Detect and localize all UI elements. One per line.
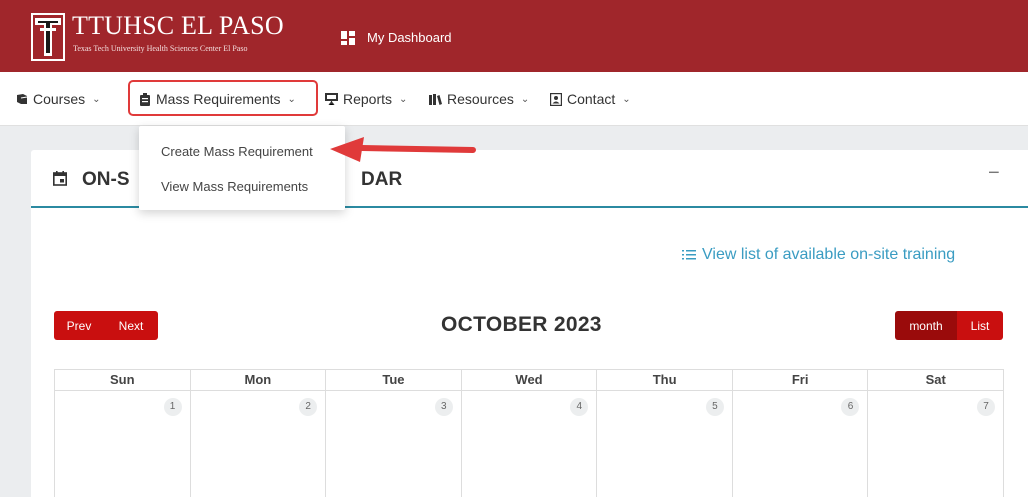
calendar-day-cell[interactable]: 6 <box>733 391 869 497</box>
list-view-button[interactable]: List <box>957 311 1003 340</box>
calendar-month-title: OCTOBER 2023 <box>441 313 602 336</box>
library-icon <box>429 94 442 105</box>
nav-mass-requirements-label: Mass Requirements <box>156 91 281 107</box>
my-dashboard-label: My Dashboard <box>367 30 452 45</box>
nav-contact-label: Contact <box>567 91 616 107</box>
day-number[interactable]: 7 <box>977 398 996 416</box>
calendar-day-cell[interactable]: 7 <box>868 391 1005 497</box>
calendar-week-row: 1 2 3 4 5 6 7 <box>55 391 1005 497</box>
view-training-list-label: View list of available on-site training <box>702 246 956 263</box>
book-icon <box>17 94 28 104</box>
view-training-list-link[interactable]: View list of available on-site training <box>682 246 955 264</box>
card-title-end: DAR <box>361 169 403 190</box>
brand-subtitle: Texas Tech University Health Sciences Ce… <box>73 44 248 53</box>
day-number[interactable]: 3 <box>434 398 453 416</box>
next-button[interactable]: Next <box>104 311 158 340</box>
view-toggle-group: month List <box>895 311 1003 340</box>
weekday-header: Tue <box>326 370 462 390</box>
chevron-down-icon: ⌄ <box>622 93 631 105</box>
nav-courses[interactable]: Courses ⌄ <box>16 72 101 126</box>
weekday-header: Sat <box>868 370 1005 390</box>
day-number[interactable]: 2 <box>299 398 318 416</box>
nav-mass-requirements[interactable]: Mass Requirements ⌄ <box>139 72 296 126</box>
chevron-down-icon: ⌄ <box>92 93 101 105</box>
view-mass-requirements-item[interactable]: View Mass Requirements <box>161 179 308 194</box>
double-t-logo-icon[interactable] <box>30 12 66 62</box>
day-number[interactable]: 6 <box>841 398 860 416</box>
day-number[interactable]: 5 <box>705 398 724 416</box>
calendar-day-cell[interactable]: 1 <box>55 391 191 497</box>
calendar-day-cell[interactable]: 5 <box>597 391 733 497</box>
nav-reports-label: Reports <box>343 91 393 107</box>
my-dashboard-link[interactable]: My Dashboard <box>341 30 452 45</box>
collapse-button[interactable]: − <box>988 162 1000 185</box>
card-title-start: ON-S <box>82 169 130 190</box>
weekday-header: Mon <box>191 370 327 390</box>
nav-resources[interactable]: Resources ⌄ <box>429 72 529 126</box>
day-number[interactable]: 4 <box>570 398 589 416</box>
nav-contact[interactable]: Contact ⌄ <box>550 72 631 126</box>
mass-requirements-dropdown: Create Mass Requirement View Mass Requir… <box>139 126 345 210</box>
month-view-button[interactable]: month <box>895 311 957 340</box>
calendar-grid: Sun Mon Tue Wed Thu Fri Sat 1 2 3 4 5 6 … <box>54 369 1005 497</box>
brand-title: TTUHSC EL PASO <box>72 11 284 40</box>
weekday-header-row: Sun Mon Tue Wed Thu Fri Sat <box>55 369 1005 391</box>
nav-resources-label: Resources <box>447 91 514 107</box>
weekday-header: Fri <box>733 370 869 390</box>
calendar-icon <box>53 171 67 186</box>
weekday-header: Wed <box>462 370 598 390</box>
create-mass-requirement-item[interactable]: Create Mass Requirement <box>161 144 313 159</box>
top-header: TTUHSC EL PASO Texas Tech University Hea… <box>0 0 1028 72</box>
calendar-day-cell[interactable]: 4 <box>462 391 598 497</box>
main-nav: Courses ⌄ Mass Requirements ⌄ Reports ⌄ … <box>0 72 1028 126</box>
calendar-day-cell[interactable]: 3 <box>326 391 462 497</box>
day-number[interactable]: 1 <box>163 398 182 416</box>
nav-reports[interactable]: Reports ⌄ <box>325 72 407 126</box>
prev-button[interactable]: Prev <box>54 311 104 340</box>
chevron-down-icon: ⌄ <box>399 93 408 105</box>
clipboard-icon <box>140 92 150 106</box>
nav-courses-label: Courses <box>33 91 86 107</box>
presentation-icon <box>325 93 338 105</box>
chevron-down-icon: ⌄ <box>520 93 530 105</box>
contact-card-icon <box>550 92 562 106</box>
calendar-day-cell[interactable]: 2 <box>191 391 327 497</box>
chevron-down-icon: ⌄ <box>287 93 296 105</box>
dashboard-icon <box>341 30 355 45</box>
prev-next-group: Prev Next <box>54 311 158 340</box>
list-icon <box>682 250 696 260</box>
weekday-header: Thu <box>597 370 733 390</box>
weekday-header: Sun <box>55 370 191 390</box>
